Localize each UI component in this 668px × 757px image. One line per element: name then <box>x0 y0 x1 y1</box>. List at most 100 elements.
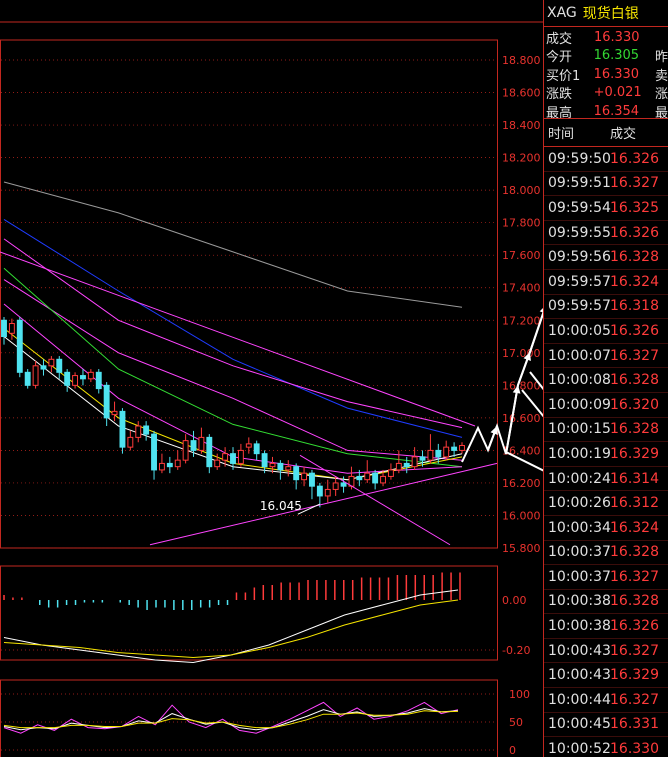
tick-price: 16.327 <box>610 568 659 585</box>
tick-price: 16.328 <box>610 421 659 438</box>
tick-row[interactable]: 10:00:26 16.312 <box>544 491 668 516</box>
tick-price: 16.320 <box>610 396 659 413</box>
tick-time: 10:00:08 <box>548 372 611 389</box>
summary-label: 成交 <box>546 31 573 47</box>
tick-row[interactable]: 09:59:51 16.327 <box>544 172 668 197</box>
candle-body <box>80 375 86 380</box>
candle-body <box>427 449 434 461</box>
summary-value: 16.305 <box>593 48 640 64</box>
summary-label: 买价1 <box>546 68 581 84</box>
tick-time: 10:00:26 <box>548 495 611 512</box>
macd-tick-label: -0.20 <box>502 644 530 657</box>
tick-price: 16.327 <box>610 642 659 659</box>
ma-line <box>3 279 463 461</box>
candle-body <box>261 453 268 468</box>
candle-body <box>198 436 205 451</box>
chart-area[interactable]: 18.800 18.600 18.400 18.200 18.000 17.800 17.6… <box>0 0 543 757</box>
candle-body <box>443 446 450 458</box>
tick-row[interactable]: 09:59:54 16.325 <box>544 196 668 221</box>
candle-body <box>411 456 418 468</box>
tick-row[interactable]: 10:00:34 16.324 <box>544 516 668 541</box>
tick-row[interactable]: 09:59:55 16.326 <box>544 221 668 246</box>
candle-body <box>301 472 308 481</box>
kline-chart[interactable]: 18.800 18.600 18.400 18.200 18.000 17.800 17.6… <box>0 0 543 757</box>
candle-body <box>174 459 181 468</box>
price-tick-label: 17.600 <box>502 249 541 262</box>
tick-row[interactable]: 09:59:57 16.324 <box>544 270 668 295</box>
tick-row[interactable]: 10:00:24 16.314 <box>544 467 668 492</box>
candle-body <box>451 446 458 451</box>
summary-row: 今开 16.305 昨 <box>544 47 668 66</box>
tick-price: 16.329 <box>610 667 659 684</box>
candle-body <box>435 449 442 458</box>
macd-line <box>3 589 459 664</box>
tick-row[interactable]: 10:00:43 16.327 <box>544 639 668 664</box>
tick-row[interactable]: 10:00:37 16.327 <box>544 565 668 590</box>
tick-time: 10:00:05 <box>548 322 611 339</box>
tick-row[interactable]: 10:00:37 16.328 <box>544 541 668 566</box>
ticks-header: 时间 成交 <box>544 119 668 147</box>
support-trendline <box>149 462 498 546</box>
price-tick-label: 18.600 <box>502 87 541 100</box>
candle-body <box>8 323 15 334</box>
price-tick-label: 18.400 <box>502 119 541 132</box>
ticks-header-price: 成交 <box>610 127 637 142</box>
summary-extra-label: 昨 <box>654 50 668 66</box>
candle-body <box>190 440 197 451</box>
tick-row[interactable]: 10:00:44 16.327 <box>544 688 668 713</box>
tick-row[interactable]: 10:00:07 16.327 <box>544 344 668 369</box>
tick-row[interactable]: 10:00:09 16.320 <box>544 393 668 418</box>
ticks-header-time: 时间 <box>548 127 575 142</box>
candle-body <box>214 459 221 468</box>
candle-body <box>151 433 157 471</box>
candle-body <box>245 443 252 448</box>
candle-body <box>372 472 379 484</box>
tick-time: 10:00:19 <box>548 445 611 462</box>
tick-price: 16.326 <box>610 618 659 635</box>
tick-list[interactable]: 09:59:50 16.326 09:59:51 16.327 09:59:54 16.3… <box>544 147 668 757</box>
tick-time: 10:00:43 <box>548 667 611 684</box>
tick-row[interactable]: 10:00:19 16.329 <box>544 442 668 467</box>
price-tick-label: 18.800 <box>502 54 541 67</box>
tick-row[interactable]: 10:00:08 16.328 <box>544 368 668 393</box>
tick-time: 09:59:57 <box>548 298 611 315</box>
price-panel-frame <box>0 39 498 549</box>
summary-row: 涨跌 +0.021 涨 <box>544 84 668 102</box>
tick-time: 10:00:15 <box>548 421 611 438</box>
price-tick-label: 17.400 <box>502 282 541 295</box>
tick-row[interactable]: 09:59:50 16.326 <box>544 147 668 172</box>
candle-body <box>16 319 23 373</box>
candle-body <box>459 445 465 451</box>
tick-price: 16.327 <box>610 347 659 364</box>
tick-row[interactable]: 09:59:56 16.328 <box>544 245 668 270</box>
kdj-tick-label: 50 <box>509 716 523 729</box>
candle-body <box>253 443 260 455</box>
tick-row[interactable]: 10:00:43 16.329 <box>544 663 668 689</box>
tick-price: 16.326 <box>610 322 659 339</box>
tick-row[interactable]: 10:00:52 16.330 <box>544 737 668 757</box>
tick-price: 16.314 <box>610 470 659 487</box>
tick-time: 10:00:34 <box>548 519 611 536</box>
low-annotation: 16.045 <box>260 499 302 513</box>
tick-time: 10:00:07 <box>548 347 611 364</box>
macd-tick-label: 0.00 <box>502 594 527 607</box>
tick-time: 09:59:56 <box>548 249 611 266</box>
kdj-tick-label: 0 <box>509 744 516 757</box>
summary-label: 今开 <box>546 50 573 66</box>
tick-price: 16.328 <box>610 544 659 561</box>
tick-row[interactable]: 10:00:05 16.326 <box>544 319 668 344</box>
price-tick-label: 17.800 <box>502 217 541 230</box>
price-tick-label: 17.200 <box>502 314 541 327</box>
tick-price: 16.324 <box>610 273 659 290</box>
price-tick-label: 18.000 <box>502 184 541 197</box>
tick-row[interactable]: 10:00:38 16.328 <box>544 590 668 615</box>
tick-row[interactable]: 09:59:57 16.318 <box>544 295 668 320</box>
price-tick-label: 16.000 <box>502 509 541 522</box>
tick-price: 16.326 <box>610 224 659 241</box>
tick-row[interactable]: 10:00:15 16.328 <box>544 418 668 443</box>
tick-row[interactable]: 10:00:38 16.326 <box>544 614 668 639</box>
tick-time: 10:00:38 <box>548 593 611 610</box>
tick-row[interactable]: 10:00:45 16.331 <box>544 713 668 738</box>
ma-line <box>3 238 463 429</box>
symbol-name: 现货白银 <box>582 6 639 22</box>
